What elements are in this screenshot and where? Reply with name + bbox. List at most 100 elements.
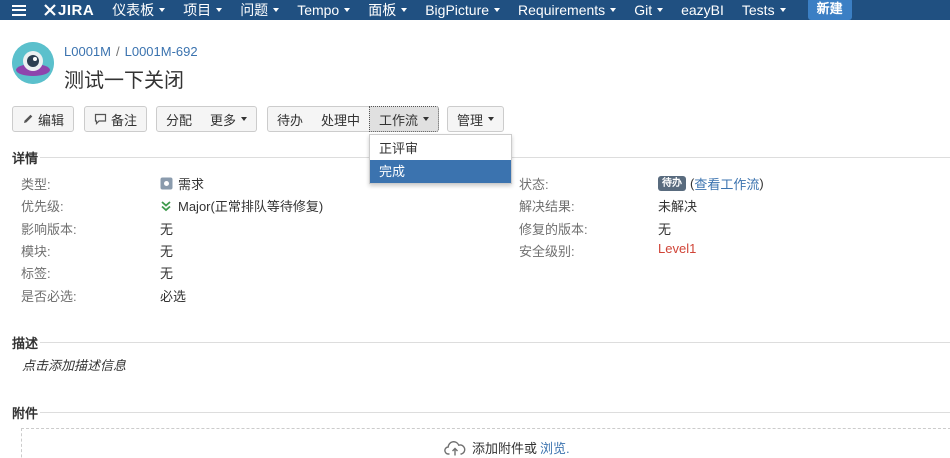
nav-tempo-label: Tempo xyxy=(297,2,340,18)
breadcrumb-separator: / xyxy=(115,44,120,59)
priority-value-text: Major(正常排队等待修复) xyxy=(178,199,324,214)
chevron-down-icon xyxy=(401,8,408,12)
chevron-down-icon xyxy=(241,117,248,121)
attachments-divider xyxy=(40,412,950,413)
status-label: 状态: xyxy=(519,177,549,192)
required-label: 是否必选: xyxy=(21,289,77,304)
todo-transition-button[interactable]: 待办 xyxy=(267,106,314,132)
project-avatar[interactable] xyxy=(12,42,54,84)
workflow-button-label: 工作流 xyxy=(379,112,419,128)
nav-dashboards[interactable]: 仪表板 xyxy=(112,0,166,20)
chevron-down-icon xyxy=(657,8,664,12)
more-button[interactable]: 更多 xyxy=(201,106,258,132)
nav-projects[interactable]: 项目 xyxy=(183,0,223,20)
chevron-down-icon xyxy=(488,117,495,121)
breadcrumb: L0001M / L0001M-692 xyxy=(64,44,198,59)
component-label: 模块: xyxy=(21,244,51,259)
attachments-heading[interactable]: 附件 xyxy=(12,403,38,422)
breadcrumb-project-link[interactable]: L0001M xyxy=(64,44,111,59)
component-value[interactable]: 无 xyxy=(160,241,173,260)
labels-value[interactable]: 无 xyxy=(160,263,173,282)
nav-issues-label: 问题 xyxy=(240,2,269,18)
chevron-down-icon xyxy=(216,8,223,12)
monster-avatar-icon xyxy=(12,42,54,84)
status-badge: 待办 xyxy=(658,176,686,191)
details-heading[interactable]: 详情 xyxy=(12,148,38,167)
status-link-close-paren: ) xyxy=(759,176,764,191)
priority-value[interactable]: Major(正常排队等待修复) xyxy=(160,196,323,215)
edit-button-label: 编辑 xyxy=(38,112,65,128)
resolution-label: 解决结果: xyxy=(519,199,575,214)
admin-button[interactable]: 管理 xyxy=(447,106,505,132)
nav-eazybi-label: eazyBI xyxy=(681,2,724,18)
nav-boards[interactable]: 面板 xyxy=(368,0,408,20)
todo-button-label: 待办 xyxy=(277,112,304,128)
nav-requirements[interactable]: Requirements xyxy=(518,2,617,18)
edit-button[interactable]: 编辑 xyxy=(12,106,75,132)
pencil-icon xyxy=(24,114,33,123)
comment-button[interactable]: 备注 xyxy=(84,106,148,132)
security-level-label: 安全级别: xyxy=(519,244,575,259)
security-level-value[interactable]: Level1 xyxy=(658,241,696,256)
attachment-prompt: 添加附件或 浏览. xyxy=(444,438,570,457)
labels-label: 标签: xyxy=(21,266,51,281)
affects-version-label: 影响版本: xyxy=(21,222,77,237)
top-navigation-bar: JIRA 仪表板 项目 问题 Tempo 面板 BigPicture Requi… xyxy=(0,0,950,20)
nav-bigpicture[interactable]: BigPicture xyxy=(425,2,501,18)
chevron-down-icon xyxy=(494,8,501,12)
status-value: 待办 (查看工作流) xyxy=(658,174,764,193)
workflow-option-done[interactable]: 完成 xyxy=(370,160,511,183)
jira-logo-text: JIRA xyxy=(58,1,95,19)
workflow-option-in-review[interactable]: 正评审 xyxy=(370,137,511,160)
assign-button[interactable]: 分配 xyxy=(156,106,203,132)
chevron-down-icon xyxy=(344,8,351,12)
comment-button-label: 备注 xyxy=(111,112,138,128)
nav-tests[interactable]: Tests xyxy=(742,2,786,18)
jira-logo[interactable]: JIRA xyxy=(44,2,94,19)
chevron-down-icon xyxy=(423,117,430,121)
type-value[interactable]: 需求 xyxy=(160,174,204,193)
type-label: 类型: xyxy=(21,177,51,192)
nav-eazybi[interactable]: eazyBI xyxy=(681,2,724,18)
resolution-value: 未解决 xyxy=(658,199,698,214)
create-button[interactable]: 新建 xyxy=(807,0,852,20)
requirement-type-icon xyxy=(160,177,173,190)
cloud-upload-icon xyxy=(444,440,466,455)
jira-x-icon xyxy=(44,4,56,16)
chevron-down-icon xyxy=(273,8,280,12)
description-divider xyxy=(40,342,950,343)
priority-major-icon xyxy=(161,200,171,211)
fix-version-label: 修复的版本: xyxy=(519,222,588,237)
in-progress-button-label: 处理中 xyxy=(321,112,361,128)
breadcrumb-issue-link[interactable]: L0001M-692 xyxy=(125,44,198,59)
comment-icon xyxy=(94,113,107,125)
nav-projects-label: 项目 xyxy=(183,2,212,18)
in-progress-transition-button[interactable]: 处理中 xyxy=(312,106,371,132)
nav-boards-label: 面板 xyxy=(368,2,397,18)
view-workflow-link[interactable]: 查看工作流 xyxy=(694,174,759,193)
workflow-button[interactable]: 工作流 xyxy=(369,106,440,132)
priority-label: 优先级: xyxy=(21,199,64,214)
app-switcher-icon[interactable] xyxy=(12,4,26,16)
browse-link[interactable]: 浏览. xyxy=(540,438,570,457)
nav-requirements-label: Requirements xyxy=(518,2,606,18)
chevron-down-icon xyxy=(779,8,786,12)
attachment-prompt-text: 添加附件或 xyxy=(472,441,538,456)
workflow-dropdown-menu: 正评审 完成 xyxy=(369,134,512,184)
nav-git-label: Git xyxy=(634,2,653,18)
nav-git[interactable]: Git xyxy=(634,2,664,18)
nav-dashboards-label: 仪表板 xyxy=(112,2,155,18)
chevron-down-icon xyxy=(159,8,166,12)
description-heading[interactable]: 描述 xyxy=(12,333,38,352)
nav-tests-label: Tests xyxy=(741,2,775,18)
issue-title[interactable]: 测试一下关闭 xyxy=(64,64,184,93)
required-value[interactable]: 必选 xyxy=(160,286,186,305)
description-placeholder[interactable]: 点击添加描述信息 xyxy=(22,355,126,374)
chevron-down-icon xyxy=(610,8,617,12)
affects-version-value[interactable]: 无 xyxy=(160,219,173,238)
fix-version-value[interactable]: 无 xyxy=(658,219,671,238)
nav-issues[interactable]: 问题 xyxy=(240,0,280,20)
nav-bigpicture-label: BigPicture xyxy=(425,2,490,18)
assign-button-label: 分配 xyxy=(166,112,193,128)
nav-tempo[interactable]: Tempo xyxy=(297,2,351,18)
